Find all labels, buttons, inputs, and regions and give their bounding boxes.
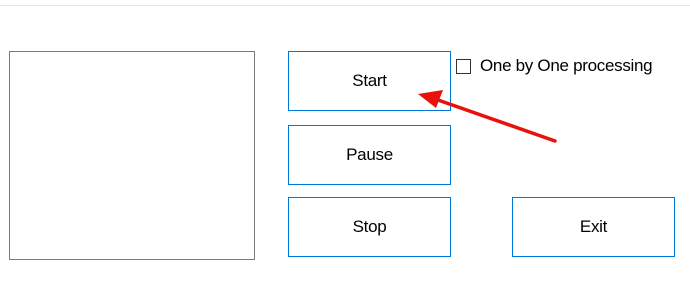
stop-button[interactable]: Stop [288,197,451,257]
checkbox-label: One by One processing [480,56,653,75]
checkbox-box[interactable] [456,58,471,74]
top-divider [0,5,690,6]
one-by-one-checkbox[interactable]: One by One processing [456,54,653,78]
exit-button[interactable]: Exit [512,197,675,257]
start-button[interactable]: Start [288,51,451,111]
arrow-shaft [436,98,557,143]
pause-button[interactable]: Pause [288,125,451,185]
preview-box [9,51,255,260]
